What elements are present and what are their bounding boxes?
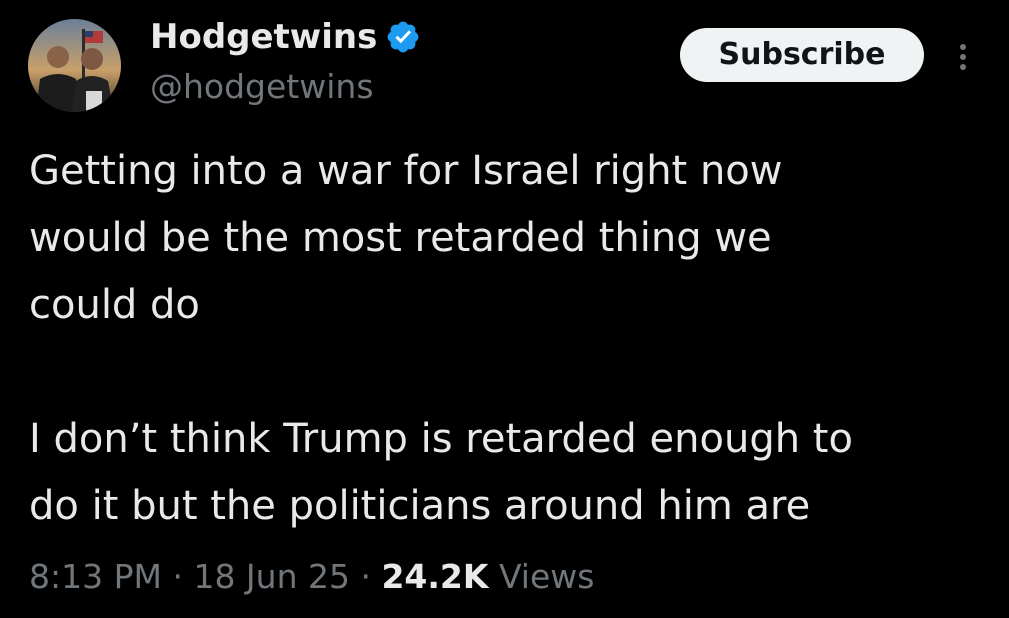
verified-badge-icon[interactable] [385, 19, 421, 55]
tweet-text-line: do it but the politicians around him are [29, 483, 811, 529]
tweet-metadata: 8:13 PM · 18 Jun 25 · 24.2K Views [29, 556, 594, 598]
views-label: Views [488, 557, 595, 596]
tweet-text-line: I don’t think Trump is retarded enough t… [29, 416, 853, 462]
author-display-name[interactable]: Hodgetwins [150, 16, 377, 58]
tweet-date[interactable]: 18 Jun 25 [193, 557, 350, 596]
tweet-text-line: would be the most retarded thing we [29, 215, 772, 261]
tweet-text-line: could do [29, 282, 200, 328]
meta-separator: · [349, 557, 382, 596]
avatar[interactable] [28, 19, 121, 112]
tweet-text: Getting into a war for Israel right now … [29, 138, 989, 540]
tweet-card: Hodgetwins @hodgetwins Subscribe Getting… [0, 0, 1009, 618]
views-count[interactable]: 24.2K [381, 557, 488, 596]
meta-separator: · [161, 557, 194, 596]
author-name-row[interactable]: Hodgetwins [150, 16, 421, 58]
avatar-photo-icon [28, 19, 121, 112]
tweet-text-blank-line [29, 339, 989, 406]
author-handle[interactable]: @hodgetwins [150, 66, 374, 108]
tweet-text-line: Getting into a war for Israel right now [29, 148, 783, 194]
tweet-time[interactable]: 8:13 PM [29, 557, 162, 596]
more-vertical-icon[interactable] [948, 38, 978, 78]
subscribe-button[interactable]: Subscribe [680, 28, 924, 82]
